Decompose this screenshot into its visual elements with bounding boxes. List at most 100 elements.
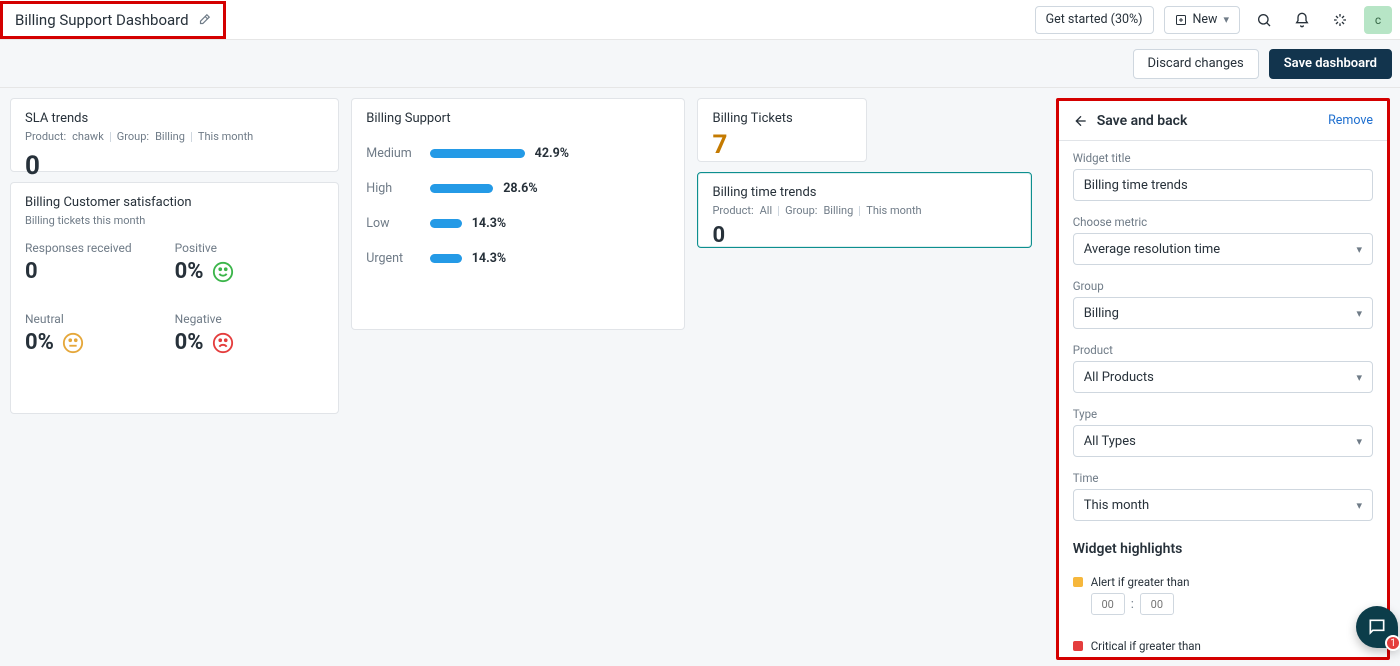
csat-neutral-value: 0%	[25, 330, 54, 355]
remove-widget-link[interactable]: Remove	[1328, 113, 1373, 128]
config-head-title: Save and back	[1097, 113, 1188, 129]
chart-bar-label: Medium	[366, 146, 420, 161]
chart-bar-row: Urgent14.3%	[366, 251, 670, 266]
frown-icon	[212, 332, 234, 354]
time-separator: :	[1131, 597, 1134, 612]
group-value: Billing	[1084, 306, 1119, 321]
field-group: Group Billing ▾	[1073, 279, 1373, 329]
tt-product-val: All	[760, 204, 773, 217]
alert-inputs: :	[1091, 593, 1190, 615]
arrow-left-icon	[1073, 113, 1089, 129]
topbar: Billing Support Dashboard Get started (3…	[0, 0, 1400, 40]
metric-value: Average resolution time	[1084, 242, 1220, 257]
csat-card[interactable]: Billing Customer satisfaction Billing ti…	[10, 182, 339, 414]
product-value: All Products	[1084, 370, 1154, 385]
csat-negative: Negative 0%	[175, 312, 325, 355]
column-3: Billing Tickets 7 Billing time trends Pr…	[697, 98, 1031, 248]
widget-config-panel: Save and back Remove Widget title Choose…	[1056, 98, 1390, 660]
chat-launcher[interactable]: 1	[1356, 606, 1398, 648]
chart-bar-row: Medium 42.9%	[366, 146, 670, 161]
chevron-down-icon: ▾	[1356, 435, 1362, 448]
group-label: Group	[1073, 279, 1373, 293]
product-select[interactable]: All Products ▾	[1073, 361, 1373, 393]
billing-tickets-card[interactable]: Billing Tickets 7	[697, 98, 867, 162]
alert-minutes-input[interactable]	[1140, 593, 1174, 615]
csat-card-subtitle: Billing tickets this month	[25, 214, 324, 227]
chart-bar-label: High	[366, 181, 420, 196]
metric-select[interactable]: Average resolution time ▾	[1073, 233, 1373, 265]
back-button[interactable]	[1073, 113, 1089, 129]
csat-responses: Responses received 0	[25, 241, 175, 284]
billing-time-trends-card[interactable]: Billing time trends Product: All Group: …	[697, 172, 1031, 248]
support-card-title: Billing Support	[366, 111, 670, 126]
csat-card-title: Billing Customer satisfaction	[25, 195, 324, 210]
csat-positive-value: 0%	[175, 259, 204, 284]
meta-sep	[859, 206, 860, 216]
new-button[interactable]: New ▾	[1164, 6, 1240, 34]
critical-label: Critical if greater than	[1091, 639, 1201, 653]
csat-grid: Responses received 0 Positive 0% Neutral…	[25, 241, 324, 355]
plus-square-icon	[1175, 14, 1187, 26]
save-dashboard-button[interactable]: Save dashboard	[1269, 49, 1392, 79]
bell-icon	[1294, 11, 1310, 29]
new-label: New	[1193, 12, 1218, 27]
chart-bar-label: Low	[366, 216, 420, 231]
dashboard-title: Billing Support Dashboard	[15, 11, 189, 29]
highlight-alert-content: Alert if greater than :	[1091, 575, 1190, 615]
highlight-critical-row: Critical if greater than :	[1073, 639, 1373, 660]
discard-button[interactable]: Discard changes	[1133, 49, 1259, 79]
avatar-initial: c	[1375, 13, 1381, 27]
sla-card-title: SLA trends	[25, 111, 324, 126]
notifications-button[interactable]	[1288, 6, 1316, 34]
chat-icon	[1367, 617, 1387, 637]
metric-label: Choose metric	[1073, 215, 1373, 229]
config-header: Save and back Remove	[1059, 101, 1387, 141]
widget-title-input[interactable]	[1073, 169, 1373, 201]
chart-bar	[430, 184, 493, 193]
column-1: SLA trends Product: chawk Group: Billing…	[10, 98, 339, 414]
actionbar: Discard changes Save dashboard	[0, 40, 1400, 88]
csat-cell-label: Positive	[175, 241, 325, 255]
critical-hours-input[interactable]	[1091, 657, 1125, 660]
chart-bar-row: Low14.3%	[366, 216, 670, 231]
chart-bar-value: 42.9%	[535, 146, 569, 161]
chart-bar	[430, 149, 524, 158]
chart-bar-value: 28.6%	[503, 181, 537, 196]
chevron-down-icon: ▾	[1223, 13, 1229, 26]
type-select[interactable]: All Types ▾	[1073, 425, 1373, 457]
csat-cell-value: 0%	[175, 330, 325, 355]
sla-group-val: Billing	[155, 130, 185, 143]
billing-support-card[interactable]: Billing Support Medium 42.9% High 28.6% Low1…	[351, 98, 685, 330]
billing-support-chart: Medium 42.9% High 28.6% Low14.3% Urgent14.3%	[366, 146, 670, 266]
chevron-down-icon: ▾	[1356, 371, 1362, 384]
sla-product-key: Product:	[25, 130, 66, 143]
apps-button[interactable]	[1326, 6, 1354, 34]
get-started-button[interactable]: Get started (30%)	[1035, 6, 1154, 34]
workspace: SLA trends Product: chawk Group: Billing…	[0, 88, 1400, 666]
avatar[interactable]: c	[1364, 6, 1392, 34]
type-label: Type	[1073, 407, 1373, 421]
field-widget-title: Widget title	[1073, 151, 1373, 201]
tickets-card-value: 7	[712, 130, 852, 160]
csat-neutral: Neutral 0%	[25, 312, 175, 355]
meta-sep	[778, 206, 779, 216]
config-body: Widget title Choose metric Average resol…	[1059, 141, 1387, 660]
tickets-card-title: Billing Tickets	[712, 111, 852, 126]
time-select[interactable]: This month ▾	[1073, 489, 1373, 521]
product-label: Product	[1073, 343, 1373, 357]
field-product: Product All Products ▾	[1073, 343, 1373, 393]
alert-hours-input[interactable]	[1091, 593, 1125, 615]
meta-sep	[191, 132, 192, 142]
critical-minutes-input[interactable]	[1140, 657, 1174, 660]
critical-inputs: :	[1091, 657, 1201, 660]
csat-cell-label: Negative	[175, 312, 325, 326]
topbar-left: Billing Support Dashboard	[0, 0, 226, 39]
csat-cell-value: 0%	[25, 330, 175, 355]
config-header-left: Save and back	[1073, 113, 1188, 129]
edit-title-icon[interactable]	[197, 13, 211, 27]
search-button[interactable]	[1250, 6, 1278, 34]
time-trends-title: Billing time trends	[712, 185, 1016, 200]
group-select[interactable]: Billing ▾	[1073, 297, 1373, 329]
alert-swatch-icon	[1073, 577, 1083, 587]
sla-trends-card[interactable]: SLA trends Product: chawk Group: Billing…	[10, 98, 339, 172]
